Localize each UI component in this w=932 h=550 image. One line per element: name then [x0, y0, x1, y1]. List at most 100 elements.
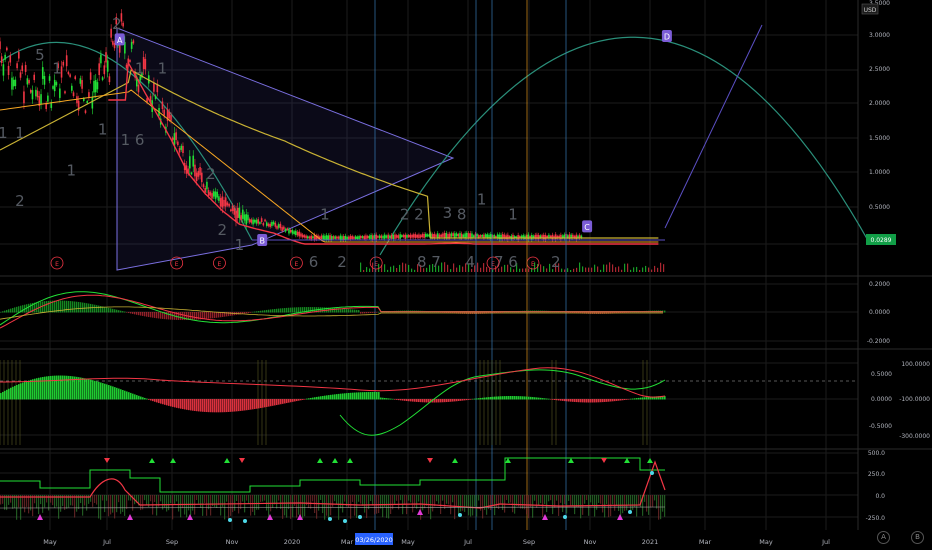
mom-bar-416: [416, 399, 418, 402]
osc-bar-372: [372, 312, 374, 313]
mom-bar-60: [60, 375, 62, 400]
sig-bar-236: [236, 495, 238, 502]
wave-projection-line: [664, 24, 763, 229]
signal-dot-7: [628, 510, 632, 514]
candle-body-148: [252, 219, 254, 225]
candle-body-140: [238, 207, 241, 219]
candle-body-39: [65, 55, 68, 67]
mom-bar-106: [106, 384, 108, 400]
osc-bar-14: [14, 307, 16, 313]
sig-bar-532: [532, 495, 534, 518]
sig-bar-386: [386, 495, 388, 518]
mom-bar-244: [244, 399, 246, 411]
signals-pane[interactable]: 500.0 250.0 0.0 -250.0: [0, 450, 885, 523]
candle-body-267: [455, 233, 458, 237]
candle-body-231: [394, 234, 396, 239]
mom-bar-534: [534, 397, 536, 400]
mom-bar-324: [324, 395, 326, 400]
sig-bar-304: [304, 495, 306, 517]
candle-body-131: [223, 199, 225, 207]
sig-bar-312: [312, 495, 314, 502]
candle-body-136: [231, 205, 234, 212]
candle-body-224: [382, 235, 384, 239]
sig-bar-508: [508, 495, 510, 504]
momentum-pane[interactable]: 0.5000 0.0000 -0.5000 100.0000 -100.0000 -300…: [0, 361, 930, 440]
candle-body-277: [472, 235, 475, 238]
osc-bar-96: [96, 305, 98, 313]
mom-bar-4: [4, 390, 6, 400]
osc-bar-308: [308, 307, 310, 313]
candle-body-123: [209, 192, 212, 196]
candle-body-117: [199, 167, 201, 176]
sig-bar-450: [450, 495, 452, 515]
mom-bar-50: [50, 375, 52, 400]
mom-bar-462: [462, 399, 464, 401]
wave-count-16: 2: [400, 206, 410, 224]
mom-bar-488: [488, 397, 490, 400]
osc-bar-260: [260, 310, 262, 313]
mom-bar-130: [130, 392, 132, 400]
corner-button-b[interactable]: B: [911, 531, 924, 544]
candle-body-6: [9, 55, 12, 63]
candle-body-31: [52, 86, 54, 89]
mom-bar-320: [320, 396, 322, 400]
mom-bar-502: [502, 396, 504, 400]
candle-body-11: [18, 51, 20, 59]
price-volume-bar-459: [459, 265, 461, 272]
wave-count-5: 1: [0, 124, 8, 142]
candle-body-216: [368, 235, 371, 239]
time-tick-12: May: [759, 538, 773, 546]
mom-bar-394: [394, 399, 396, 400]
mom-bar-582: [582, 399, 584, 403]
candle-body-241: [411, 234, 413, 238]
sig-bar-230: [230, 495, 232, 516]
price-volume-bar-447: [447, 264, 449, 272]
price-pane[interactable]: 251 1 11 1 11 6122211 2 2 3 8116 2 8 7 4 7 6 2 ABCD EEEE…: [0, 0, 896, 272]
osc-bar-62: [62, 300, 64, 313]
osc-bar-132: [132, 312, 134, 314]
price-volume-bar-414: [414, 269, 416, 272]
mom-bar-426: [426, 399, 428, 403]
corner-button-a[interactable]: A: [877, 531, 890, 544]
candle-body-26: [43, 76, 46, 85]
mom-bar-372: [372, 391, 374, 400]
candle-body-280: [478, 235, 480, 238]
candle-body-132: [224, 197, 227, 207]
osc-bar-284: [284, 308, 286, 313]
mom-bar-538: [538, 397, 540, 400]
price-axis-ticks: 3.50003.00002.50002.00001.50001.00000.50…: [869, 0, 890, 211]
oscillator-pane[interactable]: 0.2000 0.0000 -0.2000: [0, 281, 890, 345]
mom-bar-498: [498, 396, 500, 400]
sig-bar-206: [206, 495, 208, 516]
chart-canvas[interactable]: 251 1 11 1 11 6122211 2 2 3 8116 2 8 7 4 7 6 2 ABCD EEEE…: [0, 0, 932, 550]
candle-body-169: [288, 229, 290, 234]
osc-bar-298: [298, 307, 300, 313]
sig-bar-470: [470, 495, 472, 517]
candle-body-249: [424, 233, 427, 237]
mom-bar-284: [284, 399, 286, 404]
candle-body-243: [414, 234, 417, 238]
wave-count-8: 1: [121, 131, 131, 149]
mom-bar-214: [214, 399, 216, 413]
osc-bar-178: [178, 312, 180, 320]
candle-body-177: [301, 234, 304, 238]
mom-bar-84: [84, 378, 86, 400]
sig-bar-358: [358, 495, 360, 502]
mom-bar-500: [500, 396, 502, 400]
mom-bar-104: [104, 383, 106, 400]
candle-body-212: [361, 236, 364, 239]
osc-bar-362: [362, 312, 364, 314]
sig-bar-606: [606, 495, 608, 505]
signal-triangle-12: [601, 458, 607, 463]
signal-triangle-2: [170, 458, 176, 463]
sig-bar-596: [596, 495, 598, 510]
wave-count-18: 3: [443, 204, 453, 222]
mom-bar-340: [340, 393, 342, 400]
price-volume-bar-453: [453, 263, 455, 272]
mom-bar-350: [350, 392, 352, 400]
price-volume-bar-486: [486, 266, 488, 272]
mom-bar-400: [400, 399, 402, 401]
mom-bar-402: [402, 399, 404, 401]
mom-bar-398: [398, 399, 400, 401]
sig-bar-616: [616, 495, 618, 506]
